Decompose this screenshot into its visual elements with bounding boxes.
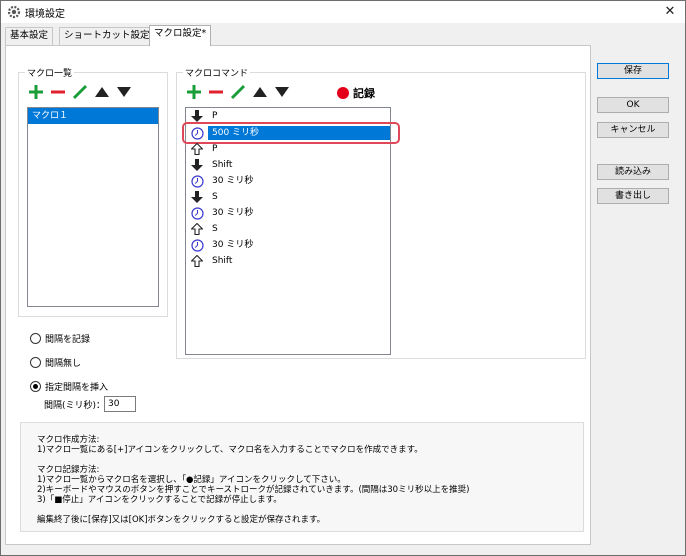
macro-list-toolbar [27,83,133,101]
title-bar: 環境設定 ✕ [1,1,685,23]
insert-interval-option[interactable]: 指定間隔を挿入 [30,380,108,393]
tab-macro-settings[interactable]: マクロ設定* [149,25,212,46]
tab-basic-settings[interactable]: 基本設定 [5,27,54,45]
command-row[interactable]: 30 ミリ秒 [190,205,257,221]
record-interval-option[interactable]: 間隔を記録 [30,332,90,345]
remove-command-icon[interactable] [207,83,225,101]
record-dot-icon [337,87,349,99]
command-row[interactable]: S [190,221,222,237]
command-row[interactable]: Shift [190,253,236,269]
command-label: Shift [212,256,233,266]
no-interval-option[interactable]: 間隔無し [30,356,81,369]
insert-interval-label: 指定間隔を挿入 [45,383,109,393]
key-up-arrow-icon [190,142,204,156]
remove-icon[interactable] [49,83,67,101]
command-row[interactable]: Shift [190,157,236,173]
command-label: Shift [212,160,233,170]
record-interval-radio[interactable] [30,333,41,344]
help-line: 編集終了後に[保存]又は[OK]ボタンをクリックすると設定が保存されます。 [37,515,326,525]
window-title: 環境設定 [25,9,65,20]
macro-list-item[interactable]: マクロ１ [28,108,158,124]
command-label: 30 ミリ秒 [212,240,254,250]
ok-button[interactable]: OK [597,97,669,113]
key-down-arrow-icon [190,109,204,123]
command-label: P [212,144,218,154]
key-up-arrow-icon [190,222,204,236]
help-box: マクロ作成方法: 1)マクロ一覧にある[+]アイコンをクリックして、マクロ名を入… [20,422,584,532]
command-label: 30 ミリ秒 [212,208,254,218]
help-line: 1)マクロ一覧にある[+]アイコンをクリックして、マクロ名を入力することでマクロ… [37,445,423,455]
settings-window: 環境設定 ✕ 基本設定 ショートカット設定 マクロ設定* マクロ一覧 マクロ１ … [0,0,686,556]
export-button[interactable]: 書き出し [597,188,669,204]
command-row-selected[interactable]: 500 ミリ秒 [190,125,390,141]
command-label: 500 ミリ秒 [208,126,390,140]
clock-icon [190,206,204,220]
command-row[interactable]: 30 ミリ秒 [190,237,257,253]
macro-commands-toolbar [185,83,291,101]
command-label: S [212,192,218,202]
key-down-arrow-icon [190,158,204,172]
clock-icon [190,126,204,140]
command-label: 30 ミリ秒 [212,176,254,186]
clock-icon [190,174,204,188]
macro-settings-panel: マクロ一覧 マクロ１ マクロコマンド 記録 P 500 ミリ秒 P Shift … [5,45,591,545]
command-label: P [212,111,218,121]
move-down-icon[interactable] [115,83,133,101]
macro-commands-listbox[interactable]: P 500 ミリ秒 P Shift 30 ミリ秒 S 30 ミリ秒 S 30 ミ… [182,107,400,355]
edit-icon[interactable] [71,83,89,101]
macro-list-title: マクロ一覧 [25,66,75,79]
command-row[interactable]: S [190,189,222,205]
record-button[interactable]: 記録 [337,85,375,101]
add-icon[interactable] [27,83,45,101]
interval-label: 間隔(ミリ秒)： [44,401,106,411]
tab-shortcut-settings[interactable]: ショートカット設定 [59,27,155,45]
save-button[interactable]: 保存 [597,63,669,79]
edit-command-icon[interactable] [229,83,247,101]
command-label: S [212,224,218,234]
key-down-arrow-icon [190,190,204,204]
record-interval-label: 間隔を記録 [45,335,91,345]
no-interval-label: 間隔無し [45,359,82,369]
add-command-icon[interactable] [185,83,203,101]
record-label: 記録 [353,87,375,100]
interval-input[interactable]: 30 [104,396,136,412]
macro-list-group: マクロ一覧 マクロ１ [18,66,168,317]
help-line: 3)「■停止」アイコンをクリックすることで記録が停止します。 [37,495,282,505]
macro-listbox[interactable]: マクロ１ [27,107,159,307]
command-row[interactable]: P [190,141,221,157]
no-interval-radio[interactable] [30,357,41,368]
gear-icon [7,5,21,19]
close-button[interactable]: ✕ [655,1,685,23]
macro-commands-group: マクロコマンド 記録 P 500 ミリ秒 P Shift 30 ミリ秒 S 30… [176,66,586,359]
command-row[interactable]: P [190,108,221,124]
macro-commands-title: マクロコマンド [183,66,251,79]
command-row[interactable]: 30 ミリ秒 [190,173,257,189]
cancel-button[interactable]: キャンセル [597,122,669,138]
load-button[interactable]: 読み込み [597,164,669,180]
move-command-up-icon[interactable] [251,83,269,101]
move-up-icon[interactable] [93,83,111,101]
insert-interval-radio[interactable] [30,381,41,392]
key-up-arrow-icon [190,254,204,268]
move-command-down-icon[interactable] [273,83,291,101]
clock-icon [190,238,204,252]
